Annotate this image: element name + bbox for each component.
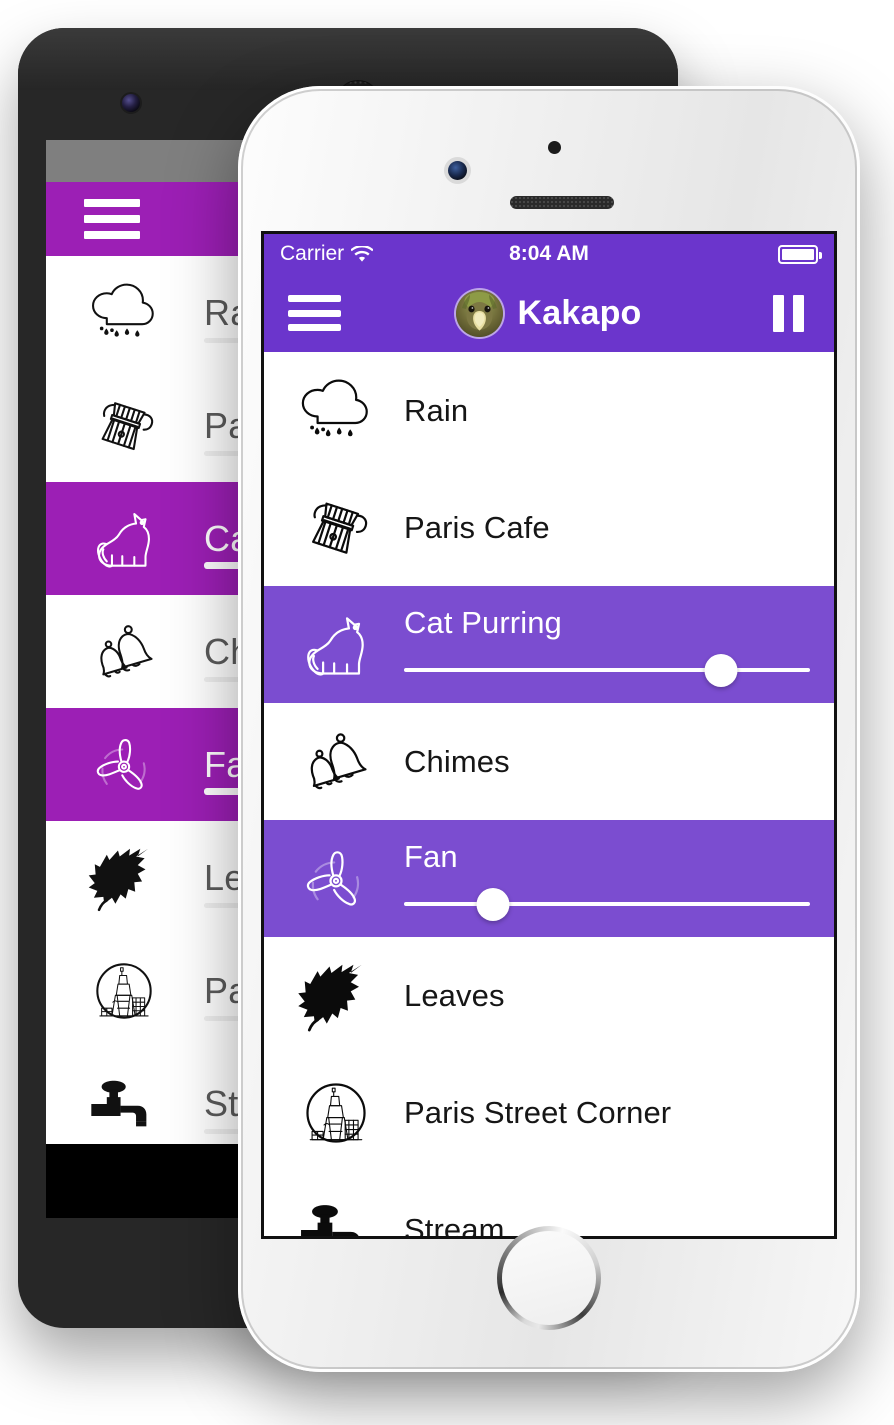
ios-list-item-body: Stream bbox=[404, 1212, 834, 1237]
iphone-earpiece-speaker-icon bbox=[510, 196, 614, 209]
faucet-tap-icon bbox=[286, 1182, 386, 1236]
kakapo-avatar[interactable] bbox=[456, 289, 504, 337]
iphone-screen: Carrier 8:04 AM Kakapo Rain Paris Cafe C… bbox=[264, 234, 834, 1236]
carrier-label: Carrier bbox=[280, 242, 345, 265]
volume-slider-track[interactable] bbox=[404, 901, 810, 906]
volume-slider[interactable] bbox=[404, 887, 810, 921]
ios-list-item-body: Leaves bbox=[404, 978, 834, 1014]
iphone-device: Carrier 8:04 AM Kakapo Rain Paris Cafe C… bbox=[238, 86, 860, 1372]
volume-slider-thumb[interactable] bbox=[704, 653, 738, 687]
home-button[interactable] bbox=[497, 1226, 601, 1330]
ios-list-item[interactable]: Fan bbox=[264, 820, 834, 937]
cat-icon bbox=[286, 597, 386, 693]
leaf-icon bbox=[286, 948, 386, 1044]
hamburger-menu-icon[interactable] bbox=[84, 199, 140, 239]
ios-nav-bar: Kakapo bbox=[264, 274, 834, 352]
iphone-proximity-sensor-icon bbox=[548, 141, 561, 154]
pause-icon[interactable] bbox=[773, 294, 804, 332]
page-title: Kakapo bbox=[517, 293, 642, 332]
eiffel-tower-circle-icon bbox=[286, 1065, 386, 1161]
ios-list-item-body: Paris Cafe bbox=[404, 510, 834, 546]
ios-list-item-label: Cat Purring bbox=[404, 604, 562, 640]
moka-pot-icon bbox=[286, 480, 386, 576]
ios-list-item-body: Paris Street Corner bbox=[404, 1095, 834, 1131]
ios-list-item[interactable]: Paris Cafe bbox=[264, 469, 834, 586]
bells-icon bbox=[286, 714, 386, 810]
ios-list-item[interactable]: Chimes bbox=[264, 703, 834, 820]
ios-status-bar: Carrier 8:04 AM bbox=[264, 234, 834, 274]
ios-list-item[interactable]: Cat Purring bbox=[264, 586, 834, 703]
hamburger-menu-icon[interactable] bbox=[288, 295, 341, 331]
rain-cloud-icon bbox=[74, 270, 174, 356]
battery-full-icon bbox=[778, 244, 822, 264]
ios-list-item-body: Fan bbox=[404, 838, 834, 921]
volume-slider[interactable] bbox=[404, 653, 810, 687]
ios-sound-list: Rain Paris Cafe Cat Purring Chimes Fan Leaves… bbox=[264, 352, 834, 1236]
nav-title-area: Kakapo bbox=[264, 289, 834, 337]
cat-icon bbox=[74, 496, 174, 582]
ios-list-item[interactable]: Paris Street Corner bbox=[264, 1054, 834, 1171]
ios-list-item-body: Cat Purring bbox=[404, 604, 834, 687]
rain-cloud-icon bbox=[286, 363, 386, 459]
ios-list-item-label: Paris Cafe bbox=[404, 509, 550, 545]
carrier-area: Carrier bbox=[280, 242, 374, 266]
eiffel-tower-circle-icon bbox=[74, 948, 174, 1034]
ios-list-item-label: Fan bbox=[404, 838, 458, 874]
bells-icon bbox=[74, 609, 174, 695]
leaf-icon bbox=[74, 835, 174, 921]
fan-propeller-icon bbox=[286, 831, 386, 927]
ios-list-item-label: Rain bbox=[404, 392, 469, 428]
ios-list-item[interactable]: Rain bbox=[264, 352, 834, 469]
faucet-tap-icon bbox=[74, 1061, 174, 1147]
ios-list-item-label: Paris Street Corner bbox=[404, 1094, 672, 1130]
ios-list-item-label: Stream bbox=[404, 1211, 505, 1237]
ios-list-item-label: Chimes bbox=[404, 743, 510, 779]
ios-list-item-body: Rain bbox=[404, 393, 834, 429]
android-front-camera-icon bbox=[122, 94, 140, 112]
ios-list-item-label: Leaves bbox=[404, 977, 505, 1013]
iphone-front-camera-icon bbox=[448, 161, 467, 180]
fan-propeller-icon bbox=[74, 722, 174, 808]
screenshot-stage: Rain Paris Cafe Cat Purring Chimes Fan Leaves… bbox=[0, 0, 894, 1425]
volume-slider-thumb[interactable] bbox=[476, 887, 510, 921]
volume-slider-track[interactable] bbox=[404, 667, 810, 672]
ios-list-item-body: Chimes bbox=[404, 744, 834, 780]
ios-list-item[interactable]: Leaves bbox=[264, 937, 834, 1054]
status-right-area bbox=[778, 244, 822, 264]
moka-pot-icon bbox=[74, 383, 174, 469]
wifi-icon bbox=[351, 245, 374, 263]
